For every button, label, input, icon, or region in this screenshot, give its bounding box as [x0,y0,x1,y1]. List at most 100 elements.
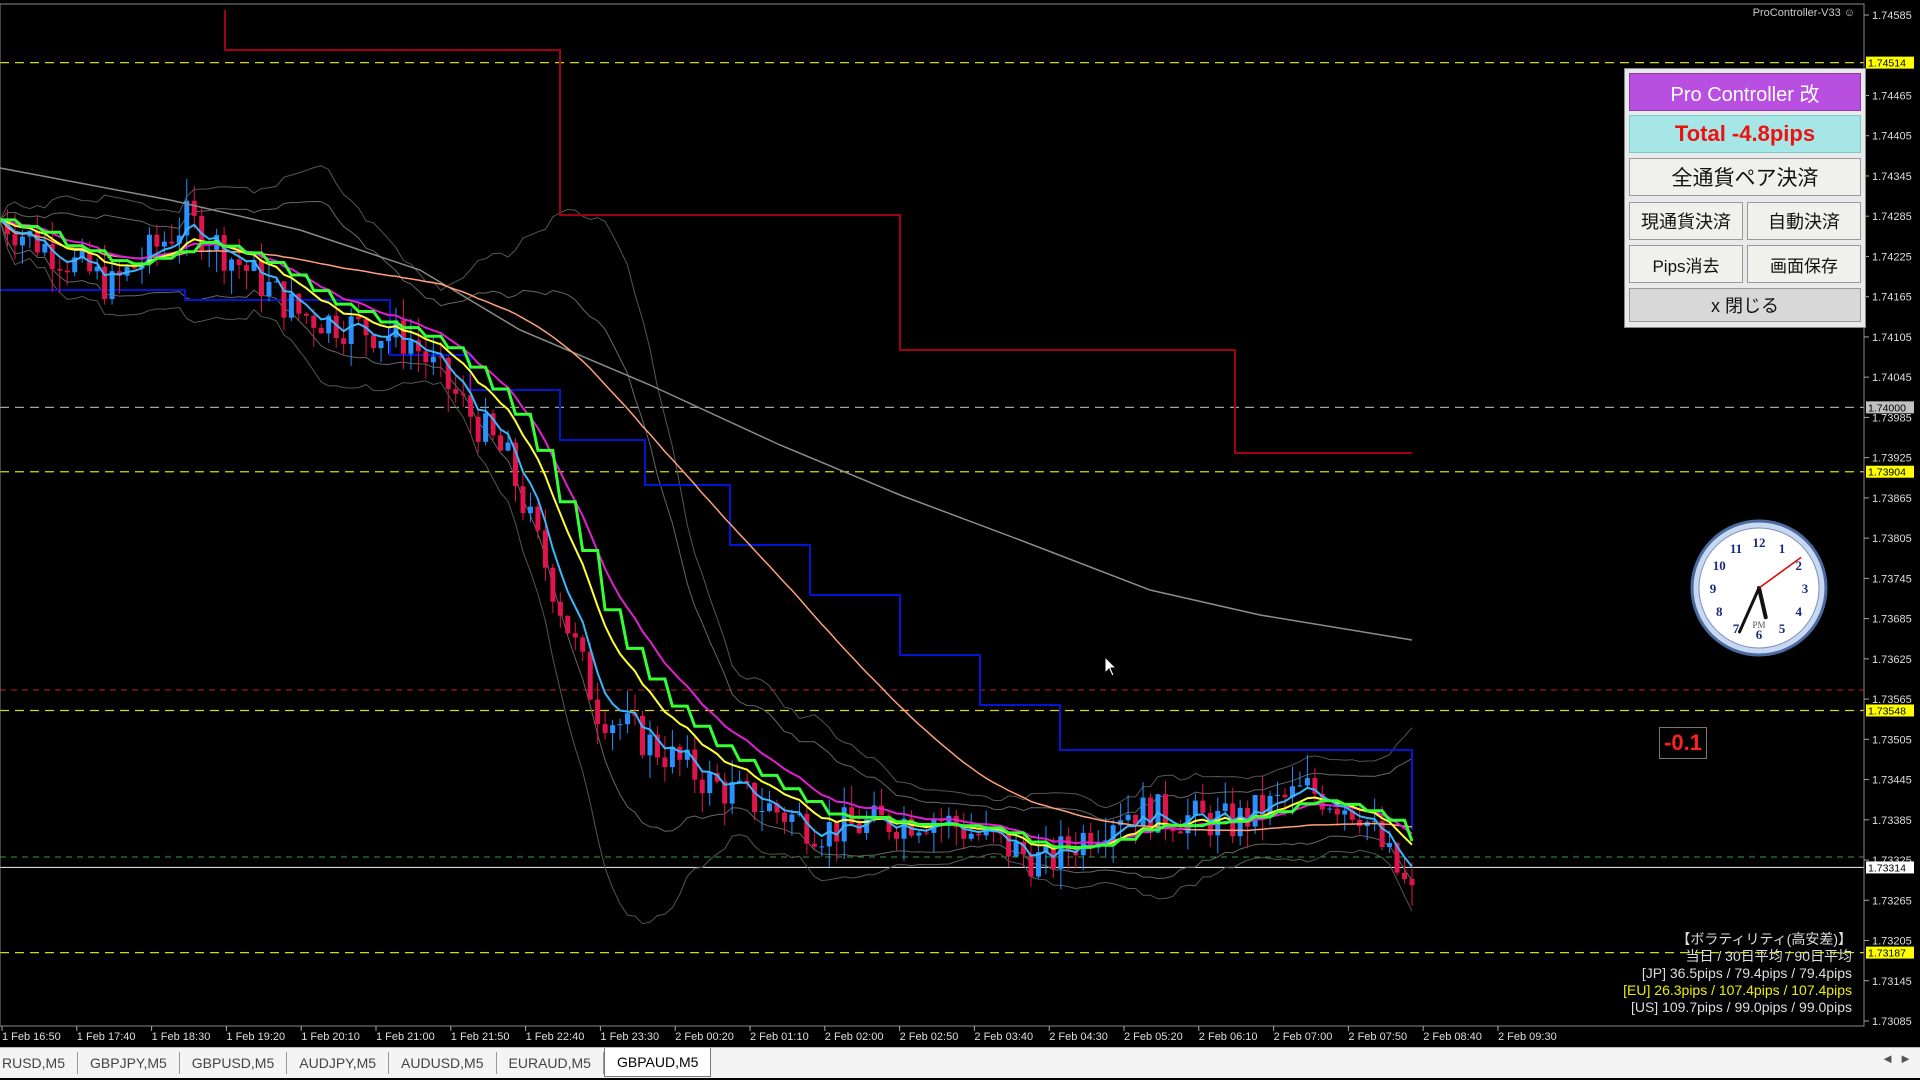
candle-body [191,200,197,216]
time-tick-label: 1 Feb 21:00 [376,1031,435,1043]
candle-body [34,231,40,253]
candle-body [169,241,175,244]
chart-tab[interactable]: RUSD,M5 [0,1052,79,1074]
chart-tab[interactable]: AUDJPY,M5 [287,1052,390,1074]
candle-body [1200,800,1206,813]
candle-body [483,413,489,442]
ma-fast [0,219,1413,868]
clock-numeral: 12 [1753,535,1766,550]
candle-body [1357,819,1363,827]
candle-body [580,637,586,652]
band-outer-lower [0,219,1413,925]
candle-body [1334,808,1340,815]
candle-body [1177,831,1183,834]
candle-body [565,615,571,634]
candle-body [916,832,922,836]
price-level-label: 1.74514 [1868,58,1906,70]
chart-tab[interactable]: AUDUSD,M5 [389,1052,497,1074]
candle-body [826,822,832,847]
candle-body [1402,872,1408,879]
price-level-label: 1.73187 [1868,948,1906,960]
candle-body [557,601,563,616]
chart-tab[interactable]: GBPJPY,M5 [78,1052,180,1074]
candle-body [371,335,377,349]
candle-body [662,757,668,768]
step-line-blue [0,289,1413,830]
candle-body [1222,803,1228,811]
price-tick-label: 1.73085 [1872,1016,1912,1028]
candle-body [707,773,713,794]
candle-body [229,259,235,271]
candle-body [1080,832,1086,856]
time-tick-label: 2 Feb 00:20 [675,1031,734,1043]
time-tick-label: 2 Feb 05:20 [1124,1031,1183,1043]
chart-tab[interactable]: EURAUD,M5 [497,1052,604,1074]
candle-body [236,259,242,266]
candle-body [550,567,556,602]
candle-body [42,243,48,253]
chart-tab[interactable]: GBPUSD,M5 [180,1052,288,1074]
ma-green-step [0,218,1414,849]
candle-body [1409,878,1415,886]
candle-body [1162,794,1168,827]
chart-tab[interactable]: GBPAUD,M5 [603,1048,712,1077]
candle-body [781,812,787,822]
candle-body [677,746,683,760]
candle-body [976,833,982,836]
candle-body [288,293,294,318]
candle-body [1304,778,1310,786]
candle-body [505,442,511,451]
volatility-us: [US] 109.7pips / 99.0pips / 99.0pips [1630,999,1852,1015]
time-tick-label: 1 Feb 21:50 [451,1031,510,1043]
time-tick-label: 2 Feb 03:40 [974,1031,1033,1043]
price-tick-label: 1.74585 [1872,10,1912,22]
volatility-subheader: 当日 / 30日平均 / 90日平均 [1685,948,1852,964]
price-tick-label: 1.74165 [1872,292,1912,304]
candle-body [767,803,773,811]
save-screen-button[interactable]: 画面保存 [1747,245,1861,283]
price-tick-label: 1.74345 [1872,171,1912,183]
candle-body [408,340,414,354]
tab-scroll-right-icon[interactable]: ► [1899,1051,1912,1066]
candle-body [535,506,541,531]
time-tick-label: 1 Feb 23:30 [600,1031,659,1043]
clock-numeral: 3 [1802,581,1809,596]
candle-body [1028,854,1034,877]
candle-body [258,259,264,297]
time-tick-label: 2 Feb 07:00 [1274,1031,1333,1043]
candle-body [841,807,847,842]
candle-body [475,416,481,442]
time-tick-label: 2 Feb 02:00 [825,1031,884,1043]
candle-body [460,393,466,396]
price-level-label: 1.73548 [1868,705,1906,717]
candle-body [244,265,250,271]
pro-controller-panel: Pro Controller 改 Total -4.8pips 全通貨ペア決済 … [1624,68,1866,328]
tab-scroll-left-icon[interactable]: ◄ [1881,1051,1894,1066]
close-current-pair-button[interactable]: 現通貨決済 [1629,202,1743,240]
candle-body [64,270,70,273]
candle-body [1140,797,1146,827]
candle-body [527,506,533,514]
candle-body [430,356,436,363]
candle-body [311,315,317,328]
candle-body [804,813,810,844]
price-tick-label: 1.73565 [1872,694,1912,706]
price-tick-label: 1.73805 [1872,533,1912,545]
time-tick-label: 1 Feb 18:30 [152,1031,211,1043]
indicator-label: ProController-V33 ☺ [1752,7,1855,19]
candle-body [1297,785,1303,787]
candle-body [1013,841,1019,857]
candle-body [19,236,25,246]
auto-close-button[interactable]: 自動決済 [1747,202,1861,240]
mouse-cursor-icon [1104,656,1118,677]
candle-body [923,832,929,834]
price-tick-label: 1.73745 [1872,573,1912,585]
close-all-pairs-button[interactable]: 全通貨ペア決済 [1629,158,1861,196]
price-tick-label: 1.73205 [1872,936,1912,948]
close-panel-button[interactable]: x 閉じる [1629,288,1861,322]
candle-body [602,724,608,734]
candle-body [356,316,362,320]
clock-numeral: 7 [1733,621,1740,636]
clear-pips-button[interactable]: Pips消去 [1629,245,1743,283]
candle-body [341,338,347,344]
